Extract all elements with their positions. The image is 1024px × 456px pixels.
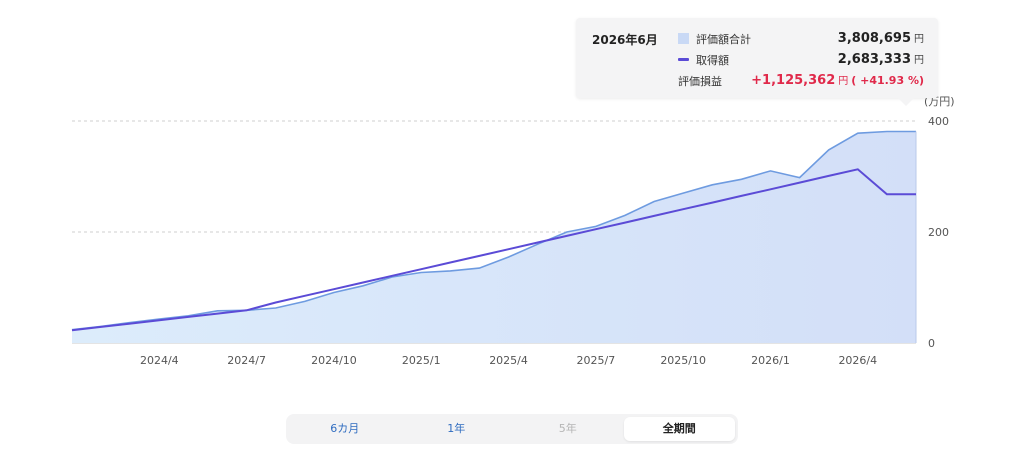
tooltip-valuation-label: 評価額合計 [696, 33, 751, 46]
y-tick-label-0: 0 [928, 337, 935, 350]
tooltip-gain-value: +1,125,362 [751, 73, 836, 88]
range-5-year-button[interactable]: 5年 [512, 417, 624, 441]
tooltip-cost-unit: 円 [914, 55, 924, 66]
tooltip-cost-value: 2,683,333 [837, 52, 911, 67]
x-tick-label-2025-10: 2025/10 [660, 354, 706, 367]
tooltip-row-cost: 取得額 2,683,333 円 [678, 51, 924, 69]
x-tick-label-2025-1: 2025/1 [402, 354, 441, 367]
range-1-year-button[interactable]: 1年 [401, 417, 513, 441]
range-all-period-button[interactable]: 全期間 [623, 417, 735, 441]
tooltip-gain-unit: 円 [838, 76, 849, 87]
tooltip-pointer-icon [898, 98, 914, 106]
x-tick-label-2025-4: 2025/4 [489, 354, 528, 367]
tooltip-gain-pct: ( +41.93 %) [851, 74, 924, 87]
tooltip-valuation-unit: 円 [914, 34, 924, 45]
tooltip-row-valuation: 評価額合計 3,808,695 円 [678, 30, 924, 48]
hover-tooltip: 2026年6月 評価額合計 3,808,695 円 取得額 2,683,333 円 … [576, 18, 938, 98]
y-tick-label-400: 400 [928, 115, 949, 128]
tooltip-cost-label: 取得額 [696, 54, 729, 67]
x-tick-label-2024-10: 2024/10 [311, 354, 357, 367]
cost-swatch-icon [678, 58, 689, 61]
valuation-swatch-icon [678, 33, 689, 44]
y-tick-label-200: 200 [928, 226, 949, 239]
valuation-area-fill [72, 131, 916, 343]
range-6-months-button[interactable]: 6カ月 [289, 417, 401, 441]
tooltip-valuation-value: 3,808,695 [837, 31, 911, 46]
x-tick-label-2024-4: 2024/4 [140, 354, 179, 367]
x-tick-label-2026-4: 2026/4 [838, 354, 877, 367]
x-tick-label-2026-1: 2026/1 [751, 354, 790, 367]
tooltip-gain-label: 評価損益 [678, 75, 722, 88]
tooltip-date: 2026年6月 [592, 33, 658, 47]
x-tick-label-2024-7: 2024/7 [227, 354, 266, 367]
x-tick-label-2025-7: 2025/7 [577, 354, 616, 367]
tooltip-row-gain: 評価損益 +1,125,362 円( +41.93 %) [678, 72, 924, 90]
range-selector: 6カ月 1年 5年 全期間 [286, 414, 738, 444]
